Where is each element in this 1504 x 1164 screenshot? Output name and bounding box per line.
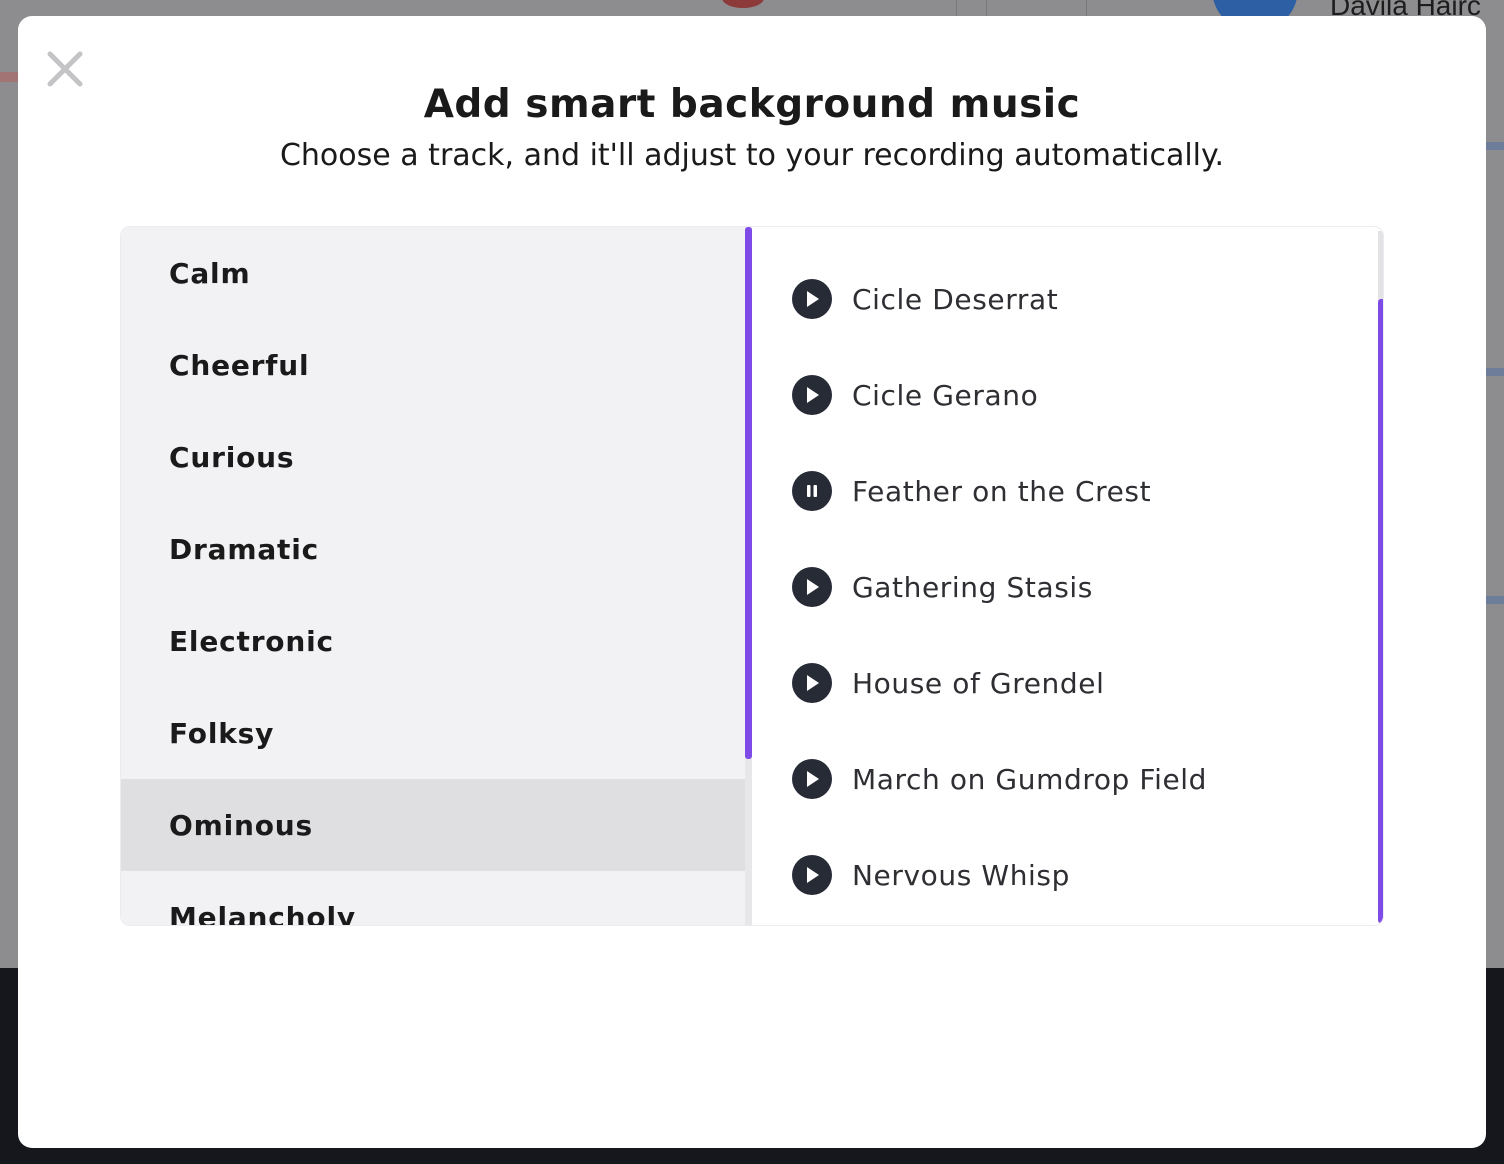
background-stripe xyxy=(1486,142,1504,150)
track-label: Nervous Whisp xyxy=(852,858,1070,892)
category-item-ominous[interactable]: Ominous xyxy=(121,779,745,871)
modal-title: Add smart background music xyxy=(423,82,1081,127)
category-label: Cheerful xyxy=(169,348,310,382)
play-button[interactable] xyxy=(792,375,832,415)
music-picker: Calm Cheerful Curious Dramatic Electronic Fol… xyxy=(120,226,1384,926)
background-divider xyxy=(986,0,987,16)
category-item-electronic[interactable]: Electronic xyxy=(121,595,745,687)
music-modal: Add smart background music Choose a trac… xyxy=(18,16,1486,1148)
track-label: Gathering Stasis xyxy=(852,570,1093,604)
track-label: House of Grendel xyxy=(852,666,1105,700)
track-item[interactable]: Cicle Gerano xyxy=(752,347,1352,443)
background-record-dot xyxy=(722,0,764,8)
category-label: Electronic xyxy=(169,624,334,658)
category-scrollbar-thumb[interactable] xyxy=(745,227,752,759)
category-label: Ominous xyxy=(169,808,313,842)
track-item[interactable]: Cicle Deserrat xyxy=(752,251,1352,347)
track-item[interactable]: Gathering Stasis xyxy=(752,539,1352,635)
track-item[interactable]: Feather on the Crest xyxy=(752,443,1352,539)
play-button[interactable] xyxy=(792,663,832,703)
category-list: Calm Cheerful Curious Dramatic Electronic Fol… xyxy=(121,227,745,926)
category-label: Calm xyxy=(169,256,251,290)
category-item-dramatic[interactable]: Dramatic xyxy=(121,503,745,595)
modal-subtitle: Choose a track, and it'll adjust to your… xyxy=(279,138,1225,173)
play-icon xyxy=(807,387,819,403)
play-button[interactable] xyxy=(792,759,832,799)
play-button[interactable] xyxy=(792,279,832,319)
play-button[interactable] xyxy=(792,567,832,607)
category-label: Curious xyxy=(169,440,295,474)
background-divider xyxy=(956,0,957,16)
category-label: Dramatic xyxy=(169,532,319,566)
play-button[interactable] xyxy=(792,855,832,895)
background-divider xyxy=(1086,0,1087,16)
play-icon xyxy=(807,771,819,787)
play-icon xyxy=(807,291,819,307)
play-icon xyxy=(807,867,819,883)
track-item[interactable]: March on Gumdrop Field xyxy=(752,731,1352,827)
track-label: March on Gumdrop Field xyxy=(852,762,1208,796)
track-item[interactable]: Nervous Whisp xyxy=(752,827,1352,923)
pause-icon xyxy=(807,485,817,497)
category-item-folksy[interactable]: Folksy xyxy=(121,687,745,779)
category-label: Folksy xyxy=(169,716,275,750)
track-item[interactable]: House of Grendel xyxy=(752,635,1352,731)
play-icon xyxy=(807,675,819,691)
track-label: Cicle Deserrat xyxy=(852,282,1059,316)
play-icon xyxy=(807,579,819,595)
category-item-melancholy[interactable]: Melancholy xyxy=(121,871,745,926)
background-stripe xyxy=(1486,368,1504,376)
track-label: Cicle Gerano xyxy=(852,378,1039,412)
category-label: Melancholy xyxy=(169,900,356,926)
background-stripe xyxy=(1486,596,1504,604)
category-item-calm[interactable]: Calm xyxy=(121,227,745,319)
pause-button[interactable] xyxy=(792,471,832,511)
category-item-cheerful[interactable]: Cheerful xyxy=(121,319,745,411)
track-list: Cicle Deserrat Cicle Gerano Feather on the… xyxy=(752,231,1378,923)
track-scrollbar-thumb[interactable] xyxy=(1378,299,1383,923)
category-item-curious[interactable]: Curious xyxy=(121,411,745,503)
track-label: Feather on the Crest xyxy=(852,474,1152,508)
background-indicator xyxy=(0,72,18,82)
